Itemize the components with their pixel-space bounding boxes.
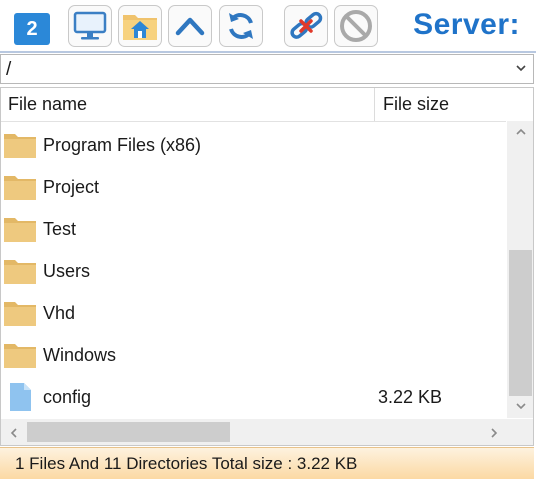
file-list[interactable]: File name File size Program Files (x86) P… <box>0 87 534 446</box>
chevron-down-icon[interactable] <box>515 63 527 73</box>
file-name: Project <box>43 177 100 197</box>
file-name: Program Files (x86) <box>43 135 202 155</box>
file-list-row[interactable]: config 3.22 KB <box>1 376 506 418</box>
toolbar-divider <box>0 51 536 53</box>
folder-icon <box>3 214 37 244</box>
file-name: Test <box>43 219 77 239</box>
disconnect-icon <box>290 11 323 39</box>
folder-home-icon <box>123 15 157 40</box>
list-rows: Program Files (x86) Project Test Users Vhd Wi… <box>1 124 506 418</box>
file-list-row[interactable]: Vhd <box>1 292 506 334</box>
folder-icon <box>3 172 37 202</box>
scrollbar-corner <box>507 419 533 445</box>
toolbar: 2 Server: <box>0 0 536 53</box>
list-header: File name File size <box>1 88 506 122</box>
status-text: 1 Files And 11 Directories Total size : … <box>15 454 358 473</box>
stop-button[interactable] <box>334 5 378 47</box>
path-value: / <box>6 59 12 80</box>
vertical-scrollbar[interactable] <box>507 121 533 418</box>
scroll-right-icon[interactable] <box>489 427 499 439</box>
file-list-row[interactable]: Project <box>1 166 506 208</box>
computer-button[interactable] <box>68 5 112 47</box>
folder-icon <box>3 256 37 286</box>
refresh-icon <box>229 13 253 39</box>
vertical-scroll-thumb[interactable] <box>509 250 532 396</box>
folder-icon <box>3 130 37 160</box>
column-divider[interactable] <box>374 88 375 121</box>
file-name: Users <box>43 261 91 281</box>
folder-icon <box>3 298 37 328</box>
file-name: Vhd <box>43 303 76 323</box>
file-icon <box>3 382 37 412</box>
scroll-left-icon[interactable] <box>9 427 19 439</box>
scroll-down-icon[interactable] <box>515 401 527 411</box>
file-list-row[interactable]: Windows <box>1 334 506 376</box>
panel-number-badge: 2 <box>14 13 50 45</box>
column-header-size[interactable]: File size <box>383 94 449 115</box>
up-arrow-icon <box>175 17 205 36</box>
stop-icon <box>340 10 372 42</box>
path-combobox[interactable]: / <box>0 54 534 84</box>
folder-icon <box>3 340 37 370</box>
file-list-row[interactable]: Users <box>1 250 506 292</box>
file-list-row[interactable]: Test <box>1 208 506 250</box>
file-name: Windows <box>43 345 117 365</box>
refresh-button[interactable] <box>219 5 263 47</box>
column-header-name[interactable]: File name <box>8 94 87 115</box>
scroll-up-icon[interactable] <box>515 127 527 137</box>
file-name: config <box>43 387 92 407</box>
home-folder-button[interactable] <box>118 5 162 47</box>
server-label: Server: <box>413 8 520 41</box>
file-list-row[interactable]: Program Files (x86) <box>1 124 506 166</box>
disconnect-button[interactable] <box>284 5 328 47</box>
horizontal-scroll-thumb[interactable] <box>27 422 230 442</box>
status-bar: 1 Files And 11 Directories Total size : … <box>0 447 534 479</box>
up-directory-button[interactable] <box>168 5 212 47</box>
file-size: 3.22 KB <box>378 387 443 407</box>
computer-icon <box>73 11 107 40</box>
horizontal-scrollbar[interactable] <box>1 419 507 445</box>
